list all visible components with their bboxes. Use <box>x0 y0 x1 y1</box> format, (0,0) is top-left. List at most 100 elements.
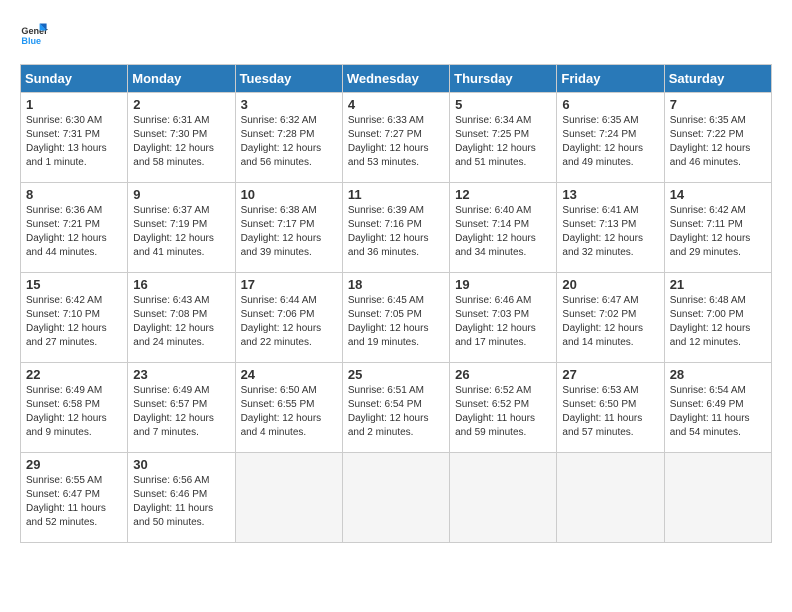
day-number: 17 <box>241 277 337 292</box>
svg-text:Blue: Blue <box>21 36 41 46</box>
day-number: 5 <box>455 97 551 112</box>
day-number: 29 <box>26 457 122 472</box>
day-detail: Sunrise: 6:31 AM Sunset: 7:30 PM Dayligh… <box>133 114 229 170</box>
calendar-cell: 29 Sunrise: 6:55 AM Sunset: 6:47 PM Dayli… <box>21 453 128 543</box>
day-detail: Sunrise: 6:30 AM Sunset: 7:31 PM Dayligh… <box>26 114 122 170</box>
day-number: 25 <box>348 367 444 382</box>
day-detail: Sunrise: 6:32 AM Sunset: 7:28 PM Dayligh… <box>241 114 337 170</box>
day-detail: Sunrise: 6:55 AM Sunset: 6:47 PM Dayligh… <box>26 474 122 530</box>
calendar-cell: 19 Sunrise: 6:46 AM Sunset: 7:03 PM Dayli… <box>450 273 557 363</box>
calendar-cell <box>664 453 771 543</box>
day-number: 3 <box>241 97 337 112</box>
day-number: 1 <box>26 97 122 112</box>
calendar-cell: 27 Sunrise: 6:53 AM Sunset: 6:50 PM Dayli… <box>557 363 664 453</box>
calendar-cell: 28Sunrise: 6:54 AM Sunset: 6:49 PM Dayli… <box>664 363 771 453</box>
day-detail: Sunrise: 6:37 AM Sunset: 7:19 PM Dayligh… <box>133 204 229 260</box>
day-detail: Sunrise: 6:44 AM Sunset: 7:06 PM Dayligh… <box>241 294 337 350</box>
day-detail: Sunrise: 6:47 AM Sunset: 7:02 PM Dayligh… <box>562 294 658 350</box>
calendar-week-row: 8 Sunrise: 6:36 AM Sunset: 7:21 PM Daylig… <box>21 183 772 273</box>
day-detail: Sunrise: 6:49 AM Sunset: 6:57 PM Dayligh… <box>133 384 229 440</box>
calendar-cell: 14 Sunrise: 6:42 AM Sunset: 7:11 PM Dayli… <box>664 183 771 273</box>
calendar-cell: 8 Sunrise: 6:36 AM Sunset: 7:21 PM Daylig… <box>21 183 128 273</box>
calendar-cell: 30 Sunrise: 6:56 AM Sunset: 6:46 PM Dayli… <box>128 453 235 543</box>
calendar-cell: 12 Sunrise: 6:40 AM Sunset: 7:14 PM Dayli… <box>450 183 557 273</box>
calendar-cell <box>235 453 342 543</box>
calendar-cell: 6Sunrise: 6:35 AM Sunset: 7:24 PM Daylig… <box>557 93 664 183</box>
weekday-header: Thursday <box>450 65 557 93</box>
page-header: General Blue <box>20 20 772 48</box>
calendar-week-row: 15 Sunrise: 6:42 AM Sunset: 7:10 PM Dayli… <box>21 273 772 363</box>
day-detail: Sunrise: 6:34 AM Sunset: 7:25 PM Dayligh… <box>455 114 551 170</box>
calendar-cell <box>557 453 664 543</box>
calendar-cell: 22 Sunrise: 6:49 AM Sunset: 6:58 PM Dayli… <box>21 363 128 453</box>
day-detail: Sunrise: 6:50 AM Sunset: 6:55 PM Dayligh… <box>241 384 337 440</box>
calendar-cell: 17 Sunrise: 6:44 AM Sunset: 7:06 PM Dayli… <box>235 273 342 363</box>
day-detail: Sunrise: 6:40 AM Sunset: 7:14 PM Dayligh… <box>455 204 551 260</box>
calendar-cell <box>450 453 557 543</box>
day-number: 10 <box>241 187 337 202</box>
calendar-cell <box>342 453 449 543</box>
calendar-table: SundayMondayTuesdayWednesdayThursdayFrid… <box>20 64 772 543</box>
day-detail: Sunrise: 6:43 AM Sunset: 7:08 PM Dayligh… <box>133 294 229 350</box>
day-number: 2 <box>133 97 229 112</box>
day-detail: Sunrise: 6:46 AM Sunset: 7:03 PM Dayligh… <box>455 294 551 350</box>
day-detail: Sunrise: 6:48 AM Sunset: 7:00 PM Dayligh… <box>670 294 766 350</box>
day-number: 9 <box>133 187 229 202</box>
calendar-cell: 20 Sunrise: 6:47 AM Sunset: 7:02 PM Dayli… <box>557 273 664 363</box>
day-detail: Sunrise: 6:56 AM Sunset: 6:46 PM Dayligh… <box>133 474 229 530</box>
calendar-cell: 25 Sunrise: 6:51 AM Sunset: 6:54 PM Dayli… <box>342 363 449 453</box>
calendar-body: 1 Sunrise: 6:30 AM Sunset: 7:31 PM Daylig… <box>21 93 772 543</box>
day-detail: Sunrise: 6:49 AM Sunset: 6:58 PM Dayligh… <box>26 384 122 440</box>
day-detail: Sunrise: 6:42 AM Sunset: 7:10 PM Dayligh… <box>26 294 122 350</box>
day-detail: Sunrise: 6:45 AM Sunset: 7:05 PM Dayligh… <box>348 294 444 350</box>
calendar-week-row: 29 Sunrise: 6:55 AM Sunset: 6:47 PM Dayli… <box>21 453 772 543</box>
day-detail: Sunrise: 6:51 AM Sunset: 6:54 PM Dayligh… <box>348 384 444 440</box>
day-number: 18 <box>348 277 444 292</box>
day-number: 11 <box>348 187 444 202</box>
calendar-cell: 2 Sunrise: 6:31 AM Sunset: 7:30 PM Daylig… <box>128 93 235 183</box>
calendar-cell: 24 Sunrise: 6:50 AM Sunset: 6:55 PM Dayli… <box>235 363 342 453</box>
day-detail: Sunrise: 6:33 AM Sunset: 7:27 PM Dayligh… <box>348 114 444 170</box>
day-number: 14 <box>670 187 766 202</box>
day-number: 7 <box>670 97 766 112</box>
calendar-week-row: 1 Sunrise: 6:30 AM Sunset: 7:31 PM Daylig… <box>21 93 772 183</box>
day-detail: Sunrise: 6:54 AM Sunset: 6:49 PM Dayligh… <box>670 384 766 440</box>
day-number: 22 <box>26 367 122 382</box>
calendar-week-row: 22 Sunrise: 6:49 AM Sunset: 6:58 PM Dayli… <box>21 363 772 453</box>
weekday-header: Monday <box>128 65 235 93</box>
calendar-cell: 7 Sunrise: 6:35 AM Sunset: 7:22 PM Daylig… <box>664 93 771 183</box>
day-number: 15 <box>26 277 122 292</box>
calendar-cell: 18 Sunrise: 6:45 AM Sunset: 7:05 PM Dayli… <box>342 273 449 363</box>
calendar-cell: 13Sunrise: 6:41 AM Sunset: 7:13 PM Dayli… <box>557 183 664 273</box>
day-number: 20 <box>562 277 658 292</box>
day-number: 12 <box>455 187 551 202</box>
weekday-header: Tuesday <box>235 65 342 93</box>
day-number: 30 <box>133 457 229 472</box>
day-number: 4 <box>348 97 444 112</box>
logo: General Blue <box>20 20 52 48</box>
day-number: 13 <box>562 187 658 202</box>
day-number: 6 <box>562 97 658 112</box>
calendar-header: SundayMondayTuesdayWednesdayThursdayFrid… <box>21 65 772 93</box>
day-number: 19 <box>455 277 551 292</box>
day-detail: Sunrise: 6:39 AM Sunset: 7:16 PM Dayligh… <box>348 204 444 260</box>
day-detail: Sunrise: 6:38 AM Sunset: 7:17 PM Dayligh… <box>241 204 337 260</box>
logo-icon: General Blue <box>20 20 48 48</box>
calendar-cell: 23 Sunrise: 6:49 AM Sunset: 6:57 PM Dayli… <box>128 363 235 453</box>
calendar-cell: 10 Sunrise: 6:38 AM Sunset: 7:17 PM Dayli… <box>235 183 342 273</box>
day-detail: Sunrise: 6:53 AM Sunset: 6:50 PM Dayligh… <box>562 384 658 440</box>
day-number: 8 <box>26 187 122 202</box>
calendar-cell: 15 Sunrise: 6:42 AM Sunset: 7:10 PM Dayli… <box>21 273 128 363</box>
weekday-header: Wednesday <box>342 65 449 93</box>
day-number: 23 <box>133 367 229 382</box>
day-number: 26 <box>455 367 551 382</box>
day-detail: Sunrise: 6:42 AM Sunset: 7:11 PM Dayligh… <box>670 204 766 260</box>
day-number: 27 <box>562 367 658 382</box>
day-detail: Sunrise: 6:36 AM Sunset: 7:21 PM Dayligh… <box>26 204 122 260</box>
weekday-header: Sunday <box>21 65 128 93</box>
day-detail: Sunrise: 6:35 AM Sunset: 7:22 PM Dayligh… <box>670 114 766 170</box>
calendar-cell: 1 Sunrise: 6:30 AM Sunset: 7:31 PM Daylig… <box>21 93 128 183</box>
day-detail: Sunrise: 6:52 AM Sunset: 6:52 PM Dayligh… <box>455 384 551 440</box>
day-number: 24 <box>241 367 337 382</box>
weekday-header: Friday <box>557 65 664 93</box>
